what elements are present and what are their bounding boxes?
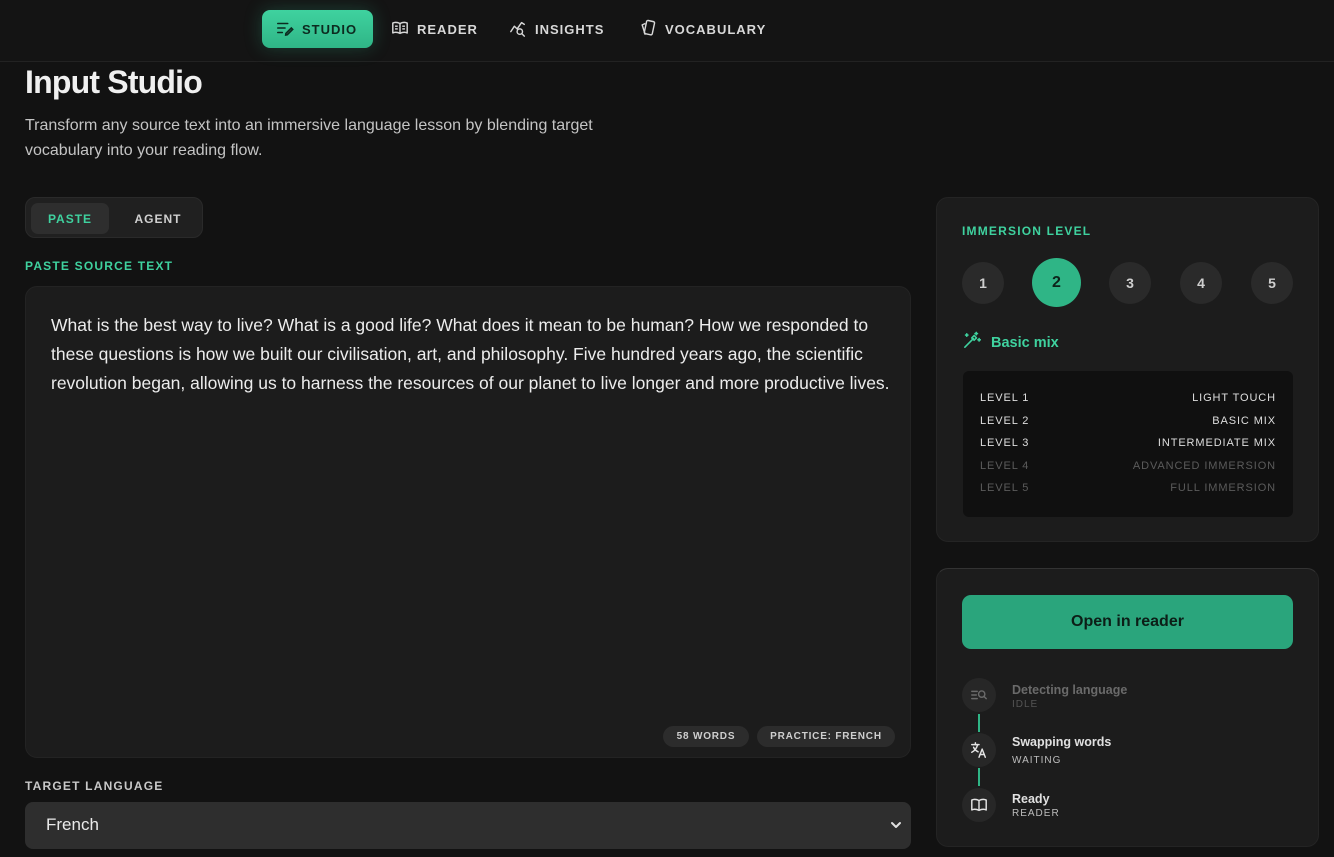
step-swapping-title: Swapping words (1012, 735, 1112, 749)
insights-chart-icon (509, 19, 527, 40)
source-text[interactable]: What is the best way to live? What is a … (51, 311, 891, 398)
tab-paste[interactable]: PASTE (31, 203, 109, 234)
nav-tab-label: INSIGHTS (535, 21, 605, 37)
immersion-level-panel: IMMERSION LEVEL 1 2 3 4 5 Basic mix LEVE… (936, 197, 1319, 542)
level-2-button[interactable]: 2 (1032, 258, 1081, 307)
selected-mode: Basic mix (962, 331, 1059, 354)
selected-mode-name: Basic mix (991, 334, 1059, 351)
tab-agent[interactable]: AGENT (118, 203, 198, 234)
open-in-reader-button[interactable]: Open in reader (962, 595, 1293, 649)
target-language-select[interactable]: French (25, 802, 911, 849)
level-1-button[interactable]: 1 (962, 262, 1004, 304)
level-3-button[interactable]: 3 (1109, 262, 1151, 304)
step-ready-status: READER (1012, 808, 1060, 819)
nav-tab-reader[interactable]: READER (377, 10, 492, 48)
level-row-name: ADVANCED IMMERSION (1132, 460, 1276, 472)
level-description-table: LEVEL 1 LIGHT TOUCH LEVEL 2 BASIC MIX LE… (963, 371, 1293, 517)
detect-search-icon (962, 678, 996, 712)
studio-edit-icon (276, 19, 294, 40)
chevron-down-icon (889, 818, 903, 832)
level-row-name: BASIC MIX (1212, 415, 1276, 427)
word-count-badge: 58 WORDS (663, 726, 749, 747)
step-connector (978, 714, 980, 732)
level-row-level: LEVEL 1 (980, 392, 1030, 404)
level-row: LEVEL 4 ADVANCED IMMERSION (980, 460, 1276, 476)
target-language-label: TARGET LANGUAGE (25, 779, 164, 793)
level-5-button[interactable]: 5 (1251, 262, 1293, 304)
practice-language-badge: PRACTICE: FRENCH (757, 726, 895, 747)
nav-tab-label: STUDIO (302, 21, 358, 37)
cards-icon (639, 19, 657, 40)
level-row-name: LIGHT TOUCH (1192, 392, 1276, 404)
nav-tab-insights[interactable]: INSIGHTS (495, 10, 618, 48)
input-mode-tabs: PASTE AGENT (25, 197, 203, 238)
step-ready-title: Ready (1012, 792, 1050, 806)
level-row: LEVEL 3 INTERMEDIATE MIX (980, 437, 1276, 453)
nav-tab-studio[interactable]: STUDIO (262, 10, 373, 48)
paste-source-label: PASTE SOURCE TEXT (25, 259, 174, 273)
level-row-level: LEVEL 5 (980, 482, 1030, 494)
page-title: Input Studio (25, 64, 203, 100)
translate-icon (962, 733, 996, 767)
level-row-name: FULL IMMERSION (1170, 482, 1276, 494)
level-4-button[interactable]: 4 (1180, 262, 1222, 304)
level-row-level: LEVEL 3 (980, 437, 1030, 449)
step-connector (978, 768, 980, 786)
level-row: LEVEL 2 BASIC MIX (980, 415, 1276, 431)
action-panel: Open in reader Detecting language IDLE S… (936, 568, 1319, 847)
step-detecting-title: Detecting language (1012, 683, 1128, 697)
immersion-level-label: IMMERSION LEVEL (962, 224, 1092, 238)
step-swapping-status: WAITING (1012, 755, 1062, 766)
source-text-editor[interactable]: What is the best way to live? What is a … (25, 286, 911, 758)
level-row: LEVEL 5 FULL IMMERSION (980, 482, 1276, 498)
nav-tab-label: VOCABULARY (665, 21, 767, 37)
step-detecting-status: IDLE (1012, 699, 1039, 710)
page-subtitle: Transform any source text into an immers… (25, 117, 593, 159)
magic-wand-icon (962, 331, 982, 354)
level-row-name: INTERMEDIATE MIX (1157, 437, 1276, 449)
level-row: LEVEL 1 LIGHT TOUCH (980, 392, 1276, 408)
target-language-value: French (46, 815, 99, 834)
book-open-icon (962, 788, 996, 822)
top-nav: STUDIO READER INSIGHTS VOCABULARY (0, 0, 1334, 62)
nav-tab-label: READER (417, 21, 478, 37)
level-row-level: LEVEL 4 (980, 460, 1030, 472)
book-open-icon (391, 19, 409, 40)
nav-tab-vocabulary[interactable]: VOCABULARY (625, 10, 780, 48)
level-row-level: LEVEL 2 (980, 415, 1030, 427)
